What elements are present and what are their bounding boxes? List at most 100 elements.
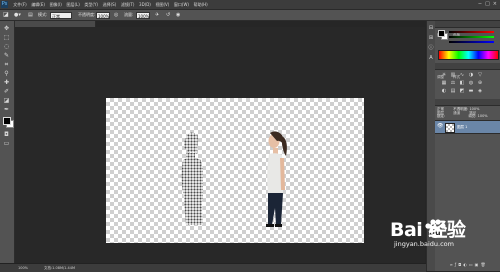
pressure-opacity-icon[interactable]: ◎ (114, 11, 118, 19)
layer-name[interactable]: 图层 1 (457, 121, 467, 133)
history-icon[interactable]: ↺ (166, 11, 170, 19)
vibrance-icon[interactable]: ▽ (477, 72, 483, 78)
curves-icon[interactable]: ∿ (459, 72, 465, 78)
menu-help[interactable]: 帮助(H) (191, 0, 210, 9)
menu-list: 文件(F) 编辑(E) 图像(I) 图层(L) 类型(Y) 选择(S) 滤镜(T… (11, 0, 210, 9)
pressure-size-icon[interactable]: ◉ (176, 11, 180, 19)
quick-mask-icon[interactable]: ◘ (2, 131, 11, 139)
adjustments-panel-tabs: 调整 样式 (435, 63, 500, 79)
adjustment-icons-row-1: ☀ ▥ ∿ ◑ ▽ (441, 72, 483, 78)
info-panel-icon[interactable]: ⓘ (428, 45, 434, 51)
eye-icon[interactable]: 👁 (437, 123, 443, 129)
invert-icon[interactable]: ◐ (441, 88, 447, 94)
brightness-icon[interactable]: ☀ (441, 72, 447, 78)
erased-figure (181, 132, 203, 225)
layer-opacity-input[interactable]: 100% (469, 107, 479, 111)
opacity-label: 不透明度: (78, 12, 96, 17)
folder-icon[interactable]: ▭ (469, 262, 473, 268)
adjustment-icons-row-3: ◐ ▤ ◩ ▬ ◈ (441, 88, 483, 94)
layer-thumbnail (445, 123, 455, 133)
baidu-watermark: du Bai 经验 jingyan.baidu.com (390, 215, 490, 255)
opacity-input[interactable]: 100% (96, 11, 110, 19)
brush-tool-icon[interactable]: ✐ (2, 88, 11, 96)
layer-opacity-label: 不透明度: (453, 107, 469, 111)
airbrush-icon[interactable]: ✈ (155, 11, 159, 19)
blue-slider[interactable] (449, 41, 494, 43)
adjustment-layer-icon[interactable]: ◐ (463, 262, 467, 268)
menu-filter[interactable]: 滤镜(T) (119, 0, 137, 9)
color-panel-tabs: 颜色 色板 (435, 21, 500, 37)
eraser-tool-icon[interactable]: ◪ (3, 11, 9, 19)
eyedropper-tool-icon[interactable]: ⚲ (2, 70, 11, 78)
brush-preset-icon[interactable]: ●▾ (14, 11, 21, 19)
menu-3d[interactable]: 3D(D) (137, 0, 153, 9)
maximize-button[interactable]: □ (485, 1, 490, 8)
menu-select[interactable]: 选择(S) (100, 0, 118, 9)
menu-layer[interactable]: 图层(L) (64, 0, 82, 9)
menu-image[interactable]: 图像(I) (47, 0, 64, 9)
menu-view[interactable]: 视图(V) (153, 0, 171, 9)
hue-icon[interactable]: ▦ (441, 80, 447, 86)
menu-file[interactable]: 文件(F) (11, 0, 29, 9)
crop-tool-icon[interactable]: ⌗ (2, 61, 11, 69)
workspace (15, 27, 425, 263)
panel-foreground-swatch[interactable] (438, 30, 445, 37)
flow-label: 流量: (124, 12, 134, 17)
menu-edit[interactable]: 编辑(E) (29, 0, 47, 9)
trash-icon[interactable]: 🗑 (480, 262, 485, 268)
character-panel-icon[interactable]: A (428, 55, 434, 61)
options-bar: ◪ ●▾ ▤ 模式: 正常 不透明度: 100% ◎ 流量: 100% ✈ ↺ … (0, 10, 500, 21)
fill-label: 填充: (468, 114, 477, 118)
woman-figure (266, 131, 287, 227)
photo-filter-icon[interactable]: ◍ (468, 80, 474, 86)
layers-panel-tabs: 图层 通道 路径 (435, 99, 500, 115)
fx-icon[interactable]: ƒ (455, 262, 456, 268)
posterize-icon[interactable]: ▤ (450, 88, 456, 94)
menu-window[interactable]: 窗口(W) (172, 0, 192, 9)
layers-footer: ∞ ƒ ◘ ◐ ▭ ▣ 🗑 (435, 262, 500, 268)
blend-opacity-row: 正常 不透明度: 100% (437, 107, 479, 112)
balance-icon[interactable]: ⚖ (450, 80, 456, 86)
lock-label: 锁定: (437, 114, 446, 118)
pen-tool-icon[interactable]: ✒ (2, 106, 11, 114)
marquee-tool-icon[interactable]: ⬚ (2, 34, 11, 42)
menu-bar: Ps 文件(F) 编辑(E) 图像(I) 图层(L) 类型(Y) 选择(S) 滤… (0, 0, 500, 10)
exposure-icon[interactable]: ◑ (468, 72, 474, 78)
lasso-tool-icon[interactable]: ◌ (2, 43, 11, 51)
link-icon[interactable]: ∞ (449, 262, 452, 268)
quick-select-tool-icon[interactable]: ✎ (2, 52, 11, 60)
properties-panel-icon[interactable]: ⊞ (428, 35, 434, 41)
gradient-map-icon[interactable]: ▬ (468, 88, 474, 94)
blend-mode-select[interactable]: 正常 (437, 107, 444, 111)
screen-mode-icon[interactable]: ▭ (2, 140, 11, 148)
bw-icon[interactable]: ◧ (459, 80, 465, 86)
eraser-tool-icon[interactable]: ◪ (2, 97, 11, 105)
move-tool-icon[interactable]: ✥ (2, 25, 11, 33)
history-panel-icon[interactable]: ⊟ (428, 25, 434, 31)
close-button[interactable]: × (493, 1, 497, 8)
fill-input[interactable]: 100% (478, 114, 488, 118)
menu-type[interactable]: 类型(Y) (82, 0, 100, 9)
green-slider[interactable] (449, 36, 494, 38)
foreground-color-swatch[interactable] (3, 117, 11, 125)
photoshop-logo: Ps (1, 1, 8, 8)
layer-row[interactable]: 👁 图层 1 (435, 120, 500, 134)
tools-panel: ✥ ⬚ ◌ ✎ ⌗ ⚲ ✚ ✐ ◪ ✒ ◘ ▭ (0, 21, 15, 265)
red-slider[interactable] (449, 31, 494, 33)
levels-icon[interactable]: ▥ (450, 72, 456, 78)
minimize-button[interactable]: − (478, 1, 482, 8)
mode-select[interactable]: 正常 (50, 11, 72, 19)
document-canvas[interactable] (106, 98, 364, 243)
selective-color-icon[interactable]: ◈ (477, 88, 483, 94)
brush-panel-icon[interactable]: ▤ (28, 11, 33, 19)
healing-brush-tool-icon[interactable]: ✚ (2, 79, 11, 87)
watermark-brand: Bai 经验 (390, 219, 466, 241)
threshold-icon[interactable]: ◩ (459, 88, 465, 94)
mixer-icon[interactable]: ⊕ (477, 80, 483, 86)
window-controls: − □ × (478, 1, 497, 8)
canvas-image (181, 131, 287, 227)
mask-icon[interactable]: ◘ (458, 262, 461, 268)
color-spectrum[interactable] (438, 50, 499, 60)
flow-input[interactable]: 100% (136, 11, 150, 19)
new-layer-icon[interactable]: ▣ (475, 262, 479, 268)
